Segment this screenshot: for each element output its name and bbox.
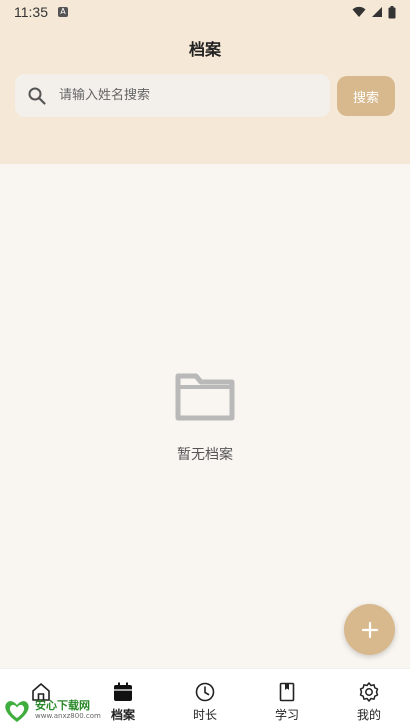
- nav-label-duration: 时长: [192, 708, 217, 722]
- nav-label-study: 学习: [274, 708, 299, 722]
- signal-icon: [372, 7, 382, 17]
- empty-state: 暂无档案: [0, 370, 410, 464]
- folder-icon: [175, 373, 235, 421]
- search-input[interactable]: [59, 88, 330, 103]
- status-time: 11:35: [14, 4, 48, 20]
- page-title: 档案: [188, 40, 221, 59]
- heart-logo-icon: [5, 701, 29, 722]
- search-icon: [28, 87, 46, 105]
- nav-item-study[interactable]: 学习: [246, 669, 328, 728]
- watermark-url: www.anxz800.com: [35, 712, 101, 720]
- add-button[interactable]: [344, 604, 395, 655]
- search-button[interactable]: 搜索: [337, 76, 395, 116]
- notification-icon: A: [58, 7, 68, 17]
- plus-icon: [361, 621, 378, 638]
- battery-icon: [388, 5, 396, 18]
- nav-label-archive: 档案: [110, 708, 135, 722]
- search-box[interactable]: [15, 74, 330, 117]
- book-icon: [279, 682, 295, 702]
- status-bar: 11:35 A: [0, 0, 410, 24]
- nav-item-mine[interactable]: 我的: [328, 669, 410, 728]
- watermark: 安心下载网 www.anxz800.com: [2, 694, 112, 726]
- calendar-icon: [114, 682, 132, 701]
- nav-label-mine: 我的: [356, 708, 381, 722]
- wifi-icon: [352, 6, 366, 17]
- nav-item-duration[interactable]: 时长: [164, 669, 246, 728]
- clock-icon: [195, 682, 215, 702]
- gear-icon: [359, 682, 379, 702]
- empty-state-text: 暂无档案: [177, 447, 233, 463]
- watermark-name: 安心下载网: [35, 699, 90, 712]
